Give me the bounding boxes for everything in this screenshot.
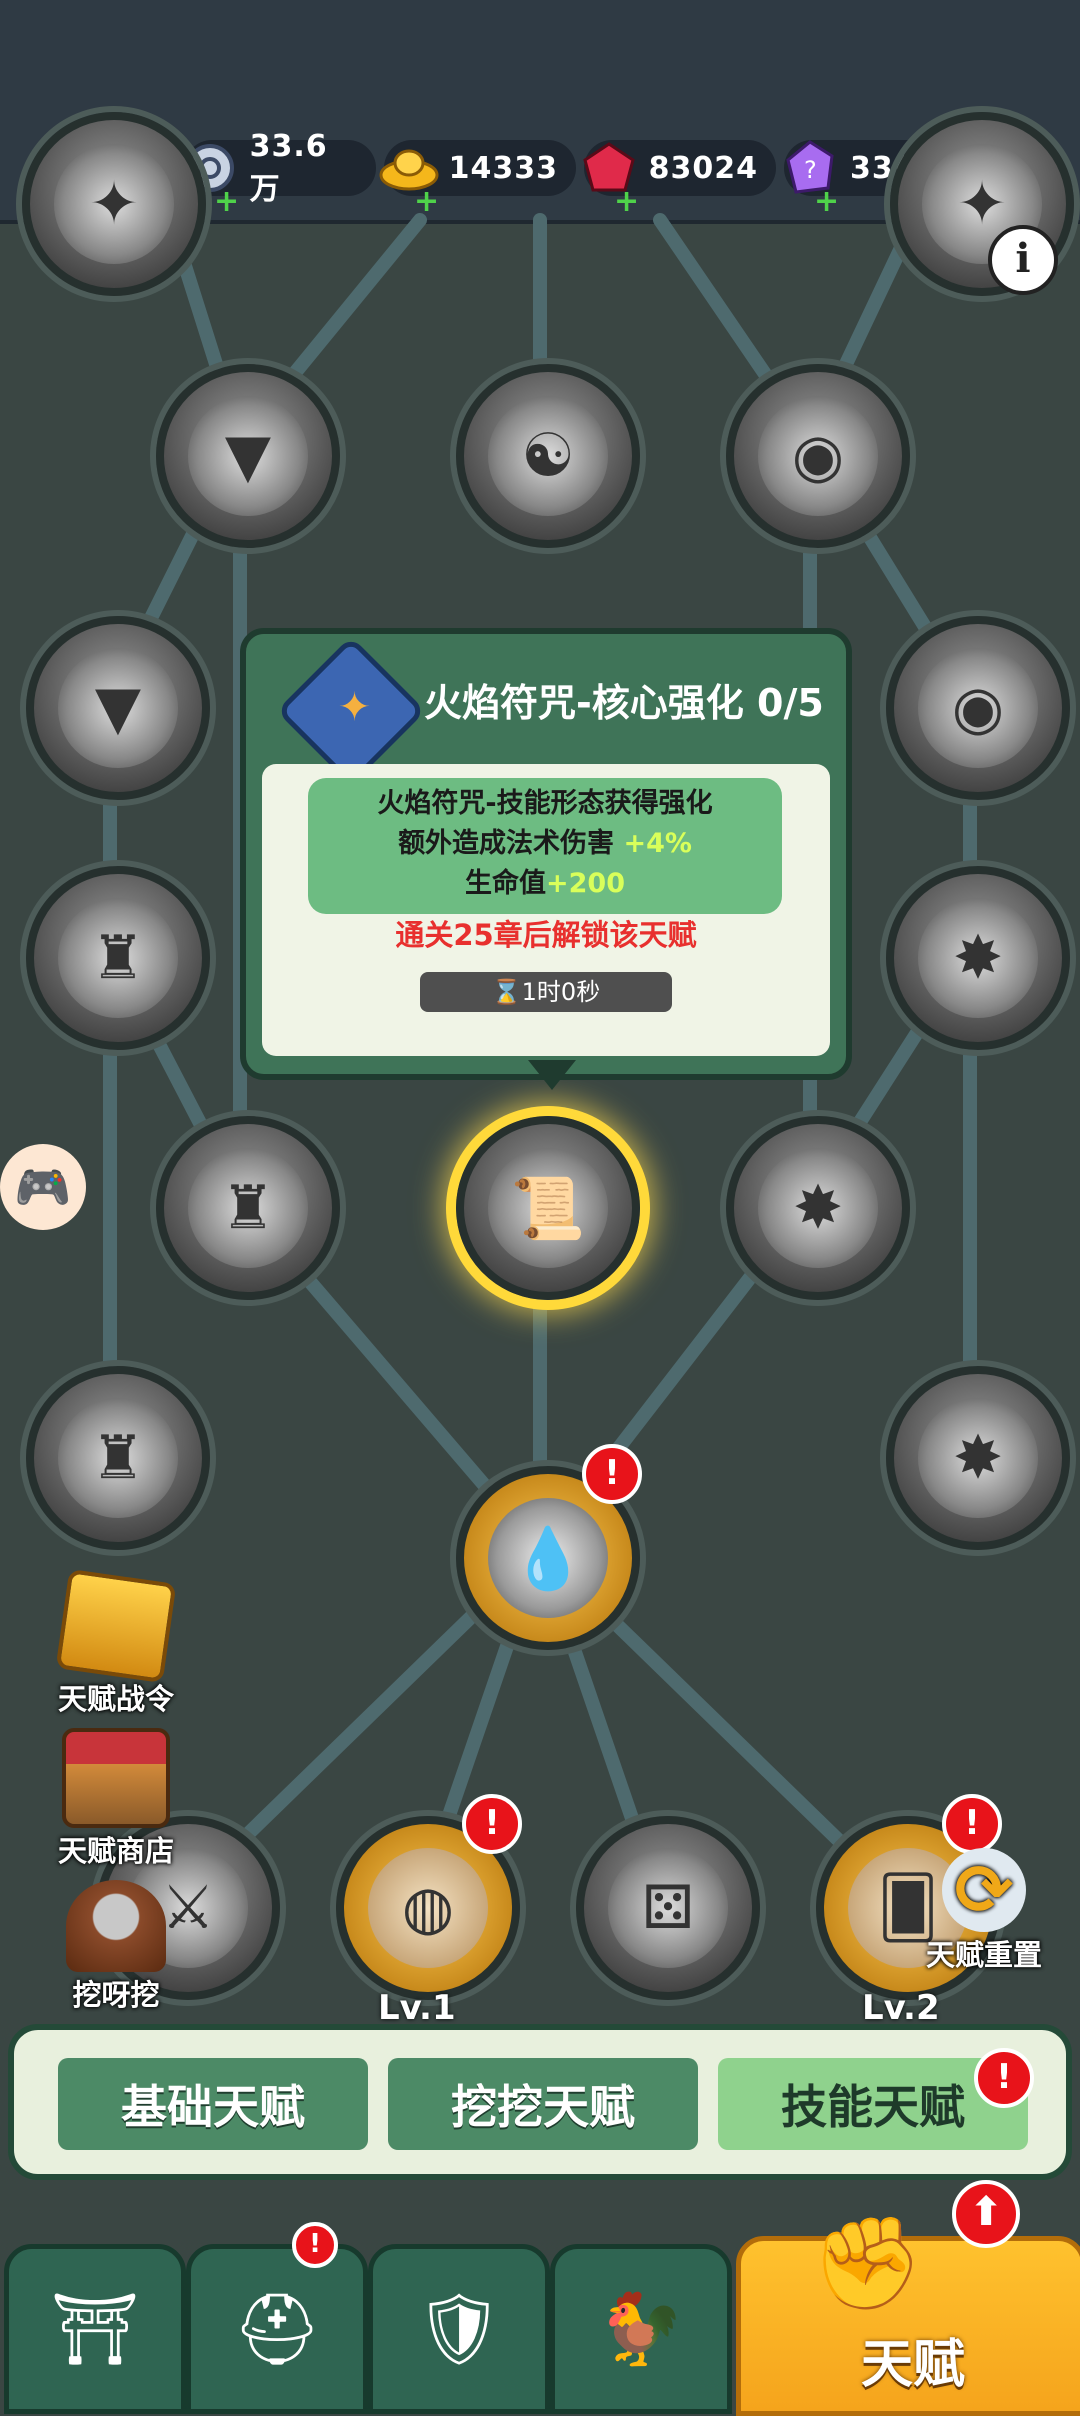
refresh-icon: ⟳ xyxy=(942,1848,1026,1932)
card-alert-badge: ! xyxy=(942,1794,1002,1854)
desc-line-3-text: 生命值 xyxy=(465,868,546,899)
gate-icon: ⛩ xyxy=(50,2287,140,2370)
droplet-icon: 💧 xyxy=(488,1498,608,1618)
miner-icon xyxy=(66,1880,166,1972)
talent-node-orb-2[interactable]: ◉ xyxy=(886,616,1070,800)
level-label-right: Lv.2 xyxy=(862,1988,940,2028)
shuriken-icon: ✸ xyxy=(758,1148,878,1268)
nav-battle[interactable]: 🛡 xyxy=(368,2244,550,2414)
talent-node-dice[interactable]: ⚄ xyxy=(576,1816,760,2000)
nav-talent[interactable]: ✊ 天赋 xyxy=(736,2211,1080,2416)
talent-node-fire-scroll-selected[interactable]: 📜 xyxy=(456,1116,640,1300)
spike-icon: ▼ xyxy=(58,648,178,768)
desc-line-2: 额外造成法术伤害 +4% xyxy=(308,824,782,864)
gamepad-icon[interactable]: 🎮 xyxy=(0,1144,86,1230)
talent-pass-icon xyxy=(55,1568,177,1684)
talent-tooltip: ✦ 火焰符咒-核心强化 0/5 火焰符咒-技能形态获得强化 额外造成法术伤害 +… xyxy=(240,628,852,1090)
desc-line-1: 火焰符咒-技能形态获得强化 xyxy=(377,788,713,819)
dice-icon: ⚄ xyxy=(608,1848,728,1968)
core-alert-badge: ! xyxy=(582,1444,642,1504)
volleyball-alert-badge: ! xyxy=(462,1794,522,1854)
totem-icon: ♜ xyxy=(188,1148,308,1268)
helmet-icon: ⛑ xyxy=(232,2287,322,2370)
desc-line-3-value: +200 xyxy=(546,868,625,899)
shuriken-icon: ✸ xyxy=(918,1398,1038,1518)
shuriken-icon: ✸ xyxy=(918,898,1038,1018)
shield-icon: 🛡 xyxy=(414,2287,504,2370)
talent-node-totem-2[interactable]: ♜ xyxy=(156,1116,340,1300)
nav-equipment[interactable]: ⛑ xyxy=(186,2244,368,2414)
equipment-alert-badge: ! xyxy=(292,2222,338,2268)
spike-icon: ▼ xyxy=(188,396,308,516)
tab-basic-talent[interactable]: 基础天赋 xyxy=(58,2058,368,2150)
countdown-timer: ⌛1时0秒 xyxy=(420,972,672,1012)
talent-node-top-left[interactable]: ✦ xyxy=(22,112,206,296)
tooltip-pointer xyxy=(528,1060,576,1090)
desc-line-2-text: 额外造成法术伤害 xyxy=(398,828,624,859)
creature-icon: 🐓 xyxy=(597,2287,685,2370)
upgrade-arrow-icon: ⬆ xyxy=(952,2180,1020,2248)
talent-node-spike-1[interactable]: ▼ xyxy=(156,364,340,548)
talent-node-totem-1[interactable]: ♜ xyxy=(26,866,210,1050)
unlock-requirement: 通关25章后解锁该天赋 xyxy=(395,918,697,952)
talent-node-totem-3[interactable]: ♜ xyxy=(26,1366,210,1550)
dig-label: 挖呀挖 xyxy=(72,1978,160,2012)
orb-icon: ◉ xyxy=(758,396,878,516)
desc-line-3: 生命值+200 xyxy=(308,864,782,904)
desc-line-2-value: +4% xyxy=(623,828,692,859)
tooltip-body: 火焰符咒-技能形态获得强化 额外造成法术伤害 +4% 生命值+200 通关25章… xyxy=(262,764,830,1056)
totem-icon: ♜ xyxy=(58,898,178,1018)
nav-pet[interactable]: 🐓 xyxy=(550,2244,732,2414)
totem-icon: ♜ xyxy=(58,1398,178,1518)
fist-icon: ✊ xyxy=(811,2211,924,2316)
yin-yang-icon: ☯ xyxy=(488,396,608,516)
tooltip-header: ✦ 火焰符咒-核心强化 0/5 xyxy=(246,634,846,786)
talent-node-yinyang[interactable]: ☯ xyxy=(456,364,640,548)
nav-home[interactable]: ⛩ xyxy=(4,2244,186,2414)
talent-node-shuriken-1[interactable]: ✸ xyxy=(886,866,1070,1050)
talent-node-shuriken-3[interactable]: ✸ xyxy=(886,1366,1070,1550)
talent-tabs: 基础天赋 挖挖天赋 技能天赋 xyxy=(8,2024,1072,2180)
nav-talent-label: 天赋 xyxy=(861,2335,966,2395)
dig-button[interactable]: 挖呀挖 xyxy=(36,1880,196,2014)
level-label-left: Lv.1 xyxy=(378,1988,456,2028)
talent-node-shuriken-2[interactable]: ✸ xyxy=(726,1116,910,1300)
talent-node-spike-2[interactable]: ▼ xyxy=(26,616,210,800)
talent-node-orb-1[interactable]: ◉ xyxy=(726,364,910,548)
orb-icon: ◉ xyxy=(918,648,1038,768)
talent-pass-button[interactable]: 天赋战令 xyxy=(36,1568,196,1718)
tab-dig-talent[interactable]: 挖挖天赋 xyxy=(388,2058,698,2150)
talent-shop-icon xyxy=(62,1728,170,1828)
tooltip-description: 火焰符咒-技能形态获得强化 额外造成法术伤害 +4% 生命值+200 xyxy=(308,778,782,914)
info-button[interactable]: i xyxy=(988,225,1058,295)
talent-pass-label: 天赋战令 xyxy=(57,1682,174,1716)
tooltip-title: 火焰符咒-核心强化 0/5 xyxy=(424,681,824,725)
scroll-icon: 📜 xyxy=(488,1148,608,1268)
skill-tab-alert-badge: ! xyxy=(974,2048,1034,2108)
talent-reset-button[interactable]: ⟳ 天赋重置 xyxy=(904,1848,1064,1974)
ball-icon: ◍ xyxy=(368,1848,488,1968)
talent-shop-label: 天赋商店 xyxy=(57,1834,174,1868)
bottom-nav: ⛩ ⛑ 🛡 🐓 ✊ 天赋 xyxy=(0,2211,1080,2416)
claw-icon: ✦ xyxy=(54,144,174,264)
talent-reset-label: 天赋重置 xyxy=(925,1938,1042,1972)
talent-shop-button[interactable]: 天赋商店 xyxy=(36,1728,196,1870)
